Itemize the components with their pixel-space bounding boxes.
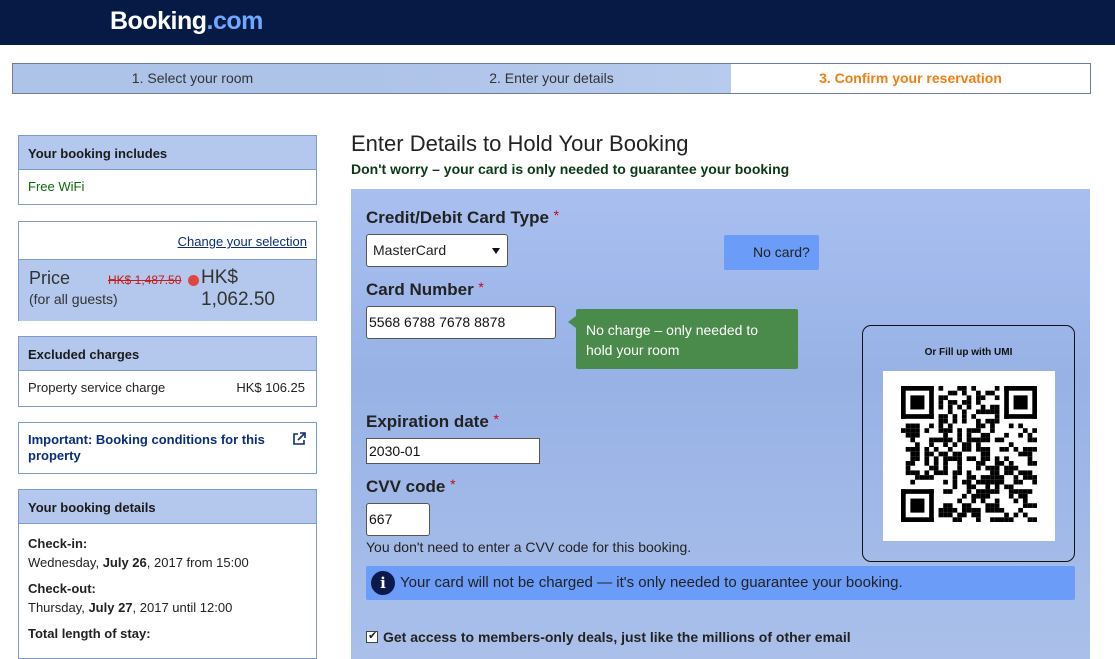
change-selection-link[interactable]: Change your selection [178,234,307,249]
checkin-label: Check-in: [28,536,88,551]
top-bar: Booking.com [0,0,1115,45]
no-card-button[interactable]: No card? [724,235,819,270]
card-type-label: Credit/Debit Card Type * [366,207,560,227]
excluded-charges-panel: Excluded charges Property service charge… [18,336,317,407]
service-charge-value: HK$ 106.25 [236,380,305,395]
step-select-room[interactable]: 1. Select your room [13,64,372,93]
booking-includes-panel: Your booking includes Free WiFi [18,135,317,205]
info-banner: i Your card will not be charged — it's o… [366,566,1075,600]
booking-details-title: Your booking details [19,490,316,524]
card-type-select[interactable]: MasterCard [366,234,508,267]
cvv-label: CVV code * [366,476,456,496]
price-alert-icon[interactable] [188,275,199,286]
members-deals-row[interactable]: Get access to members-only deals, just l… [366,629,851,645]
chevron-down-icon [492,248,500,254]
free-wifi-item: Free WiFi [28,179,85,194]
price-box: Price (for all guests) HK$ 1,487.50 HK$ … [19,259,316,321]
cvv-input[interactable]: 667 [366,503,430,536]
page-subtitle: Don't worry – your card is only needed t… [351,161,790,177]
progress-steps: 1. Select your room 2. Enter your detail… [12,63,1091,94]
page-title: Enter Details to Hold Your Booking [351,131,689,156]
card-type-value: MasterCard [373,242,447,258]
info-text: Your card will not be charged — it's onl… [400,574,903,591]
service-charge-label: Property service charge [28,380,166,395]
umi-qr-panel: Or Fill up with UMI [862,325,1075,562]
checkout-label: Check-out: [28,581,96,596]
price-panel: Change your selection Price (for all gue… [18,221,317,321]
stay-length-label: Total length of stay: [28,626,151,641]
booking-includes-title: Your booking includes [19,136,316,170]
checkout-value: Thursday, July 27, 2017 until 12:00 [28,600,233,615]
new-price: HK$ 1,062.50 [201,267,275,310]
expiration-date-input[interactable]: 2030-01 [366,438,540,464]
no-charge-tooltip: No charge – only needed to hold your roo… [568,309,798,369]
cvv-note: You don't need to enter a CVV code for t… [366,539,692,555]
step-enter-details: 2. Enter your details [372,64,731,93]
card-number-label: Card Number * [366,279,484,299]
qr-code[interactable] [883,371,1055,541]
payment-form: Credit/Debit Card Type * MasterCard No c… [351,189,1090,659]
members-deals-label: Get access to members-only deals, just l… [383,629,851,645]
booking-conditions-link[interactable]: Important: Booking conditions for this p… [28,432,268,464]
expiration-label: Expiration date * [366,411,499,431]
members-deals-checkbox[interactable] [366,629,378,643]
excluded-charges-title: Excluded charges [19,337,316,371]
booking-details-panel: Your booking details Check-in: Wednesday… [18,489,317,659]
qr-code-icon [901,386,1037,522]
umi-title: Or Fill up with UMI [924,347,1013,358]
info-icon: i [371,571,395,595]
external-link-icon[interactable] [292,432,306,446]
old-price: HK$ 1,487.50 [108,273,182,287]
step-confirm-reservation: 3. Confirm your reservation [731,64,1090,93]
booking-conditions-panel[interactable]: Important: Booking conditions for this p… [18,422,317,474]
card-number-input[interactable]: 5568 6788 7678 8878 [366,306,556,339]
checkin-value: Wednesday, July 26, 2017 from 15:00 [28,555,249,570]
booking-logo[interactable]: Booking.com [110,7,263,36]
